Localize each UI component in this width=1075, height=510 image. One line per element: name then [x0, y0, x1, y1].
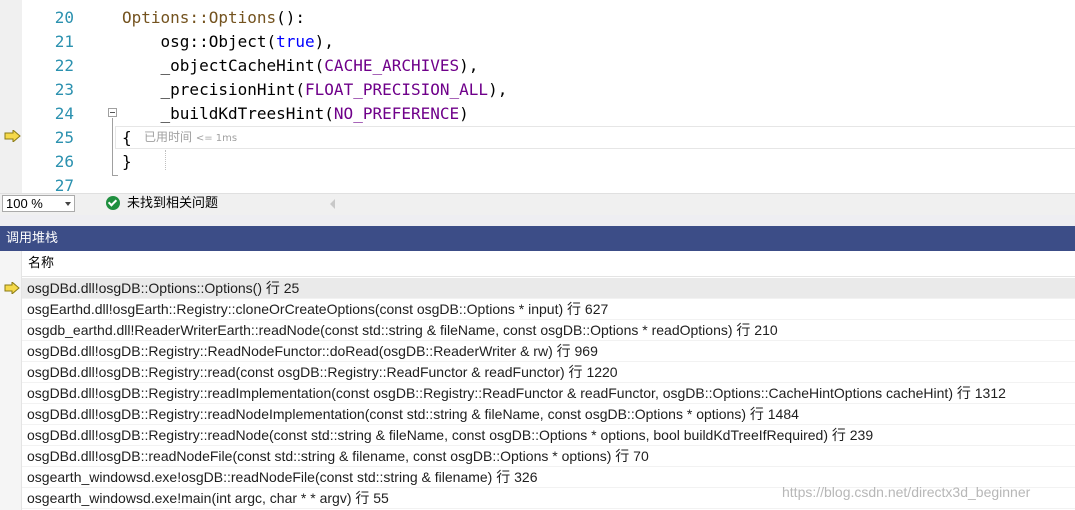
code-token: FLOAT_PRECISION_ALL [305, 80, 489, 99]
current-line-highlight [115, 126, 1075, 149]
perf-tip-label: 已用时间 [144, 130, 193, 144]
code-token: NO_PREFERENCE [333, 104, 460, 123]
line-number: 22 [54, 56, 74, 75]
column-header-name[interactable]: 名称 [22, 251, 1075, 277]
call-stack-row[interactable]: osgdb_earthd.dll!ReaderWriterEarth::read… [22, 320, 1075, 341]
call-stack-row[interactable]: osgDBd.dll!osgDB::readNodeFile(const std… [22, 446, 1075, 467]
line-number: 27 [54, 176, 74, 193]
line-number: 24 [54, 104, 74, 123]
check-circle-icon [106, 196, 120, 210]
outline-guide-end [112, 175, 118, 176]
zoom-value: 100 % [6, 196, 43, 211]
code-line[interactable]: osg::Object(true), [122, 30, 334, 54]
code-token: CACHE_ARCHIVES [324, 56, 460, 75]
zoom-dropdown[interactable]: 100 % [2, 195, 75, 212]
watermark: https://blog.csdn.net/directx3d_beginner [782, 484, 1031, 500]
line-number: 25 [54, 128, 74, 147]
code-token: ), [459, 56, 479, 75]
collapse-outline-icon[interactable] [108, 108, 117, 117]
code-token: ), [314, 32, 334, 51]
perf-tip[interactable]: 已用时间 <= 1ms [144, 129, 237, 147]
code-editor[interactable]: 20 Options::Options():21 osg::Object(true… [0, 0, 1075, 193]
call-stack-row[interactable]: osgDBd.dll!osgDB::Registry::ReadNodeFunc… [22, 341, 1075, 362]
call-stack-row[interactable]: osgDBd.dll!osgDB::Options::Options() 行 2… [22, 278, 1075, 299]
code-token: osg::Object( [122, 32, 277, 51]
glyph-margin[interactable] [0, 0, 22, 193]
code-line[interactable]: { [122, 126, 132, 150]
line-number: 21 [54, 32, 74, 51]
code-token: ) [459, 104, 469, 123]
code-line[interactable]: _objectCacheHint(CACHE_ARCHIVES), [122, 54, 479, 78]
chevron-down-icon [65, 202, 71, 206]
call-stack-row[interactable]: osgDBd.dll!osgDB::Registry::read(const o… [22, 362, 1075, 383]
code-line[interactable]: Options::Options(): [122, 6, 305, 30]
call-stack-row[interactable]: osgDBd.dll!osgDB::Registry::readNode(con… [22, 425, 1075, 446]
code-token: true [276, 32, 315, 51]
code-token: { [122, 128, 132, 147]
code-token: (): [276, 8, 306, 27]
line-number: 23 [54, 80, 74, 99]
code-token: ), [488, 80, 508, 99]
outline-guide [112, 118, 113, 176]
code-token: _precisionHint( [122, 80, 306, 99]
current-statement-arrow-icon [4, 130, 21, 142]
code-token: Options::Options [122, 8, 277, 27]
panel-separator [0, 215, 1075, 226]
current-frame-arrow-icon [4, 282, 20, 294]
call-stack-row[interactable]: osgDBd.dll!osgDB::Registry::readImplemen… [22, 383, 1075, 404]
issues-status[interactable]: 未找到相关问题 [127, 196, 218, 212]
code-line[interactable]: _buildKdTreesHint(NO_PREFERENCE) [122, 102, 469, 126]
line-number: 26 [54, 152, 74, 171]
indent-guide [165, 150, 167, 170]
code-line[interactable]: _precisionHint(FLOAT_PRECISION_ALL), [122, 78, 508, 102]
call-stack-row[interactable]: osgEarthd.dll!osgEarth::Registry::cloneO… [22, 299, 1075, 320]
call-stack-row[interactable]: osgDBd.dll!osgDB::Registry::readNodeImpl… [22, 404, 1075, 425]
line-number: 20 [54, 8, 74, 27]
perf-tip-value: <= 1ms [195, 133, 238, 144]
code-token: _objectCacheHint( [122, 56, 325, 75]
call-stack-title[interactable]: 调用堆栈 [0, 226, 1075, 251]
scroll-left-icon[interactable] [330, 199, 335, 209]
code-token: } [122, 152, 132, 171]
code-line[interactable]: } [122, 150, 132, 174]
code-token: _buildKdTreesHint( [122, 104, 334, 123]
